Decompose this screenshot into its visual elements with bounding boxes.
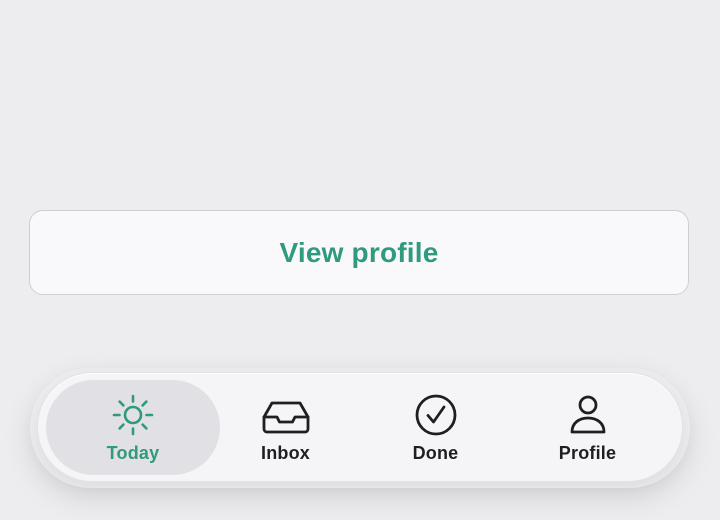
sun-icon [112, 394, 154, 436]
tab-profile-label: Profile [558, 443, 617, 463]
tab-done[interactable]: Done [363, 380, 508, 475]
view-profile-label: View profile [279, 236, 439, 268]
view-profile-button[interactable]: View profile [29, 210, 689, 295]
checkmark-circle-icon [415, 394, 456, 436]
tab-inbox[interactable]: Inbox [213, 380, 358, 475]
tab-done-label: Done [412, 443, 459, 463]
bottom-tab-bar: Today Inbox Done Profile [37, 372, 683, 482]
tab-profile[interactable]: Profile [515, 380, 660, 475]
tab-today-label: Today [106, 443, 160, 463]
person-icon [570, 395, 605, 434]
app-screen: View profile Today Inbox Done Profile [0, 0, 720, 520]
inbox-tray-icon [262, 401, 309, 434]
tab-today[interactable]: Today [46, 380, 220, 475]
tab-inbox-label: Inbox [261, 443, 310, 463]
